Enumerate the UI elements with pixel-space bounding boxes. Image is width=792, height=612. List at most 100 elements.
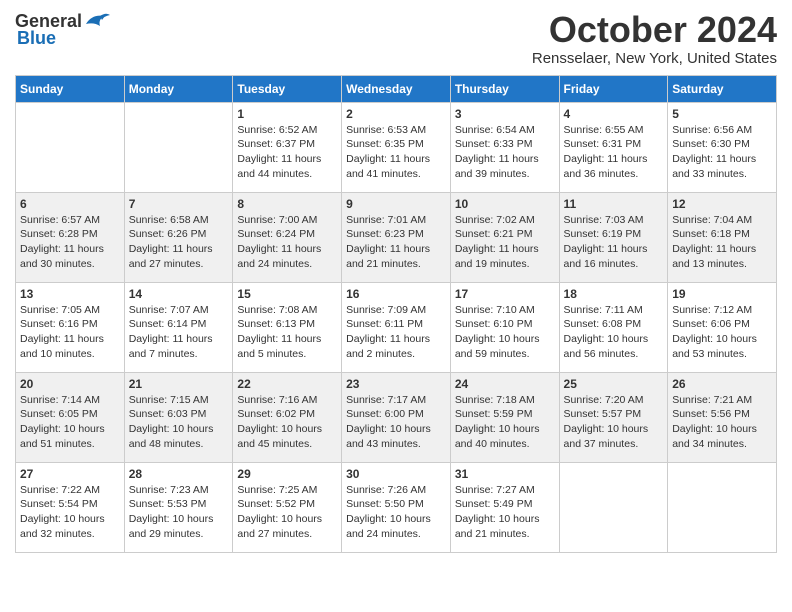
calendar-cell: 24 Sunrise: 7:18 AMSunset: 5:59 PMDayligh… [450,372,559,462]
day-number: 2 [346,107,446,121]
day-number: 13 [20,287,120,301]
column-header-sunday: Sunday [16,75,125,102]
day-info: Sunrise: 7:16 AMSunset: 6:02 PMDaylight:… [237,393,337,452]
day-number: 6 [20,197,120,211]
day-info: Sunrise: 7:12 AMSunset: 6:06 PMDaylight:… [672,303,772,362]
calendar-cell: 5 Sunrise: 6:56 AMSunset: 6:30 PMDaylight… [668,102,777,192]
calendar-cell [16,102,125,192]
calendar-week-3: 13 Sunrise: 7:05 AMSunset: 6:16 PMDayligh… [16,282,777,372]
page-header: General Blue October 2024 Rensselaer, Ne… [15,10,777,67]
day-number: 17 [455,287,555,301]
calendar-cell: 3 Sunrise: 6:54 AMSunset: 6:33 PMDaylight… [450,102,559,192]
calendar-cell: 4 Sunrise: 6:55 AMSunset: 6:31 PMDaylight… [559,102,668,192]
day-number: 30 [346,467,446,481]
day-number: 20 [20,377,120,391]
day-info: Sunrise: 6:56 AMSunset: 6:30 PMDaylight:… [672,123,772,182]
day-info: Sunrise: 7:20 AMSunset: 5:57 PMDaylight:… [564,393,664,452]
day-info: Sunrise: 7:22 AMSunset: 5:54 PMDaylight:… [20,483,120,542]
calendar-week-4: 20Sunrise: 7:14 AMSunset: 6:05 PMDayligh… [16,372,777,462]
calendar-cell: 26Sunrise: 7:21 AMSunset: 5:56 PMDayligh… [668,372,777,462]
day-number: 19 [672,287,772,301]
calendar-cell: 28Sunrise: 7:23 AMSunset: 5:53 PMDayligh… [124,462,233,552]
day-info: Sunrise: 7:01 AMSunset: 6:23 PMDaylight:… [346,213,446,272]
logo-bird-icon [82,10,110,32]
day-info: Sunrise: 6:54 AMSunset: 6:33 PMDaylight:… [455,123,555,182]
day-number: 8 [237,197,337,211]
calendar-cell: 10 Sunrise: 7:02 AMSunset: 6:21 PMDayligh… [450,192,559,282]
day-number: 24 [455,377,555,391]
day-info: Sunrise: 6:57 AMSunset: 6:28 PMDaylight:… [20,213,120,272]
calendar-cell: 25 Sunrise: 7:20 AMSunset: 5:57 PMDayligh… [559,372,668,462]
day-info: Sunrise: 6:53 AMSunset: 6:35 PMDaylight:… [346,123,446,182]
day-info: Sunrise: 7:07 AMSunset: 6:14 PMDaylight:… [129,303,229,362]
calendar-cell: 30 Sunrise: 7:26 AMSunset: 5:50 PMDayligh… [342,462,451,552]
day-number: 22 [237,377,337,391]
calendar-cell: 18 Sunrise: 7:11 AMSunset: 6:08 PMDayligh… [559,282,668,372]
day-info: Sunrise: 7:25 AMSunset: 5:52 PMDaylight:… [237,483,337,542]
day-number: 21 [129,377,229,391]
calendar-cell: 1 Sunrise: 6:52 AMSunset: 6:37 PMDaylight… [233,102,342,192]
day-number: 3 [455,107,555,121]
calendar-cell: 20Sunrise: 7:14 AMSunset: 6:05 PMDayligh… [16,372,125,462]
day-number: 11 [564,197,664,211]
calendar-table: SundayMondayTuesdayWednesdayThursdayFrid… [15,75,777,553]
calendar-cell: 16Sunrise: 7:09 AMSunset: 6:11 PMDayligh… [342,282,451,372]
title-block: October 2024 Rensselaer, New York, Unite… [532,10,777,67]
day-number: 4 [564,107,664,121]
day-info: Sunrise: 7:09 AMSunset: 6:11 PMDaylight:… [346,303,446,362]
day-info: Sunrise: 7:27 AMSunset: 5:49 PMDaylight:… [455,483,555,542]
day-number: 23 [346,377,446,391]
calendar-cell: 23 Sunrise: 7:17 AMSunset: 6:00 PMDayligh… [342,372,451,462]
calendar-cell: 15 Sunrise: 7:08 AMSunset: 6:13 PMDayligh… [233,282,342,372]
calendar-cell: 13 Sunrise: 7:05 AMSunset: 6:16 PMDayligh… [16,282,125,372]
day-info: Sunrise: 6:52 AMSunset: 6:37 PMDaylight:… [237,123,337,182]
column-header-saturday: Saturday [668,75,777,102]
day-number: 5 [672,107,772,121]
calendar-header-row: SundayMondayTuesdayWednesdayThursdayFrid… [16,75,777,102]
calendar-cell: 21 Sunrise: 7:15 AMSunset: 6:03 PMDayligh… [124,372,233,462]
column-header-friday: Friday [559,75,668,102]
day-info: Sunrise: 7:02 AMSunset: 6:21 PMDaylight:… [455,213,555,272]
column-header-tuesday: Tuesday [233,75,342,102]
day-info: Sunrise: 7:03 AMSunset: 6:19 PMDaylight:… [564,213,664,272]
day-number: 10 [455,197,555,211]
day-info: Sunrise: 7:10 AMSunset: 6:10 PMDaylight:… [455,303,555,362]
day-number: 9 [346,197,446,211]
calendar-cell [559,462,668,552]
day-info: Sunrise: 7:26 AMSunset: 5:50 PMDaylight:… [346,483,446,542]
day-info: Sunrise: 7:23 AMSunset: 5:53 PMDaylight:… [129,483,229,542]
day-number: 18 [564,287,664,301]
day-info: Sunrise: 7:15 AMSunset: 6:03 PMDaylight:… [129,393,229,452]
calendar-cell [124,102,233,192]
logo-text-blue: Blue [17,28,56,49]
calendar-week-2: 6 Sunrise: 6:57 AMSunset: 6:28 PMDaylight… [16,192,777,282]
day-info: Sunrise: 7:17 AMSunset: 6:00 PMDaylight:… [346,393,446,452]
month-title: October 2024 [532,10,777,50]
day-info: Sunrise: 7:11 AMSunset: 6:08 PMDaylight:… [564,303,664,362]
calendar-cell: 27Sunrise: 7:22 AMSunset: 5:54 PMDayligh… [16,462,125,552]
day-number: 25 [564,377,664,391]
day-number: 1 [237,107,337,121]
day-info: Sunrise: 7:21 AMSunset: 5:56 PMDaylight:… [672,393,772,452]
day-info: Sunrise: 7:05 AMSunset: 6:16 PMDaylight:… [20,303,120,362]
calendar-cell: 31Sunrise: 7:27 AMSunset: 5:49 PMDayligh… [450,462,559,552]
day-info: Sunrise: 7:08 AMSunset: 6:13 PMDaylight:… [237,303,337,362]
calendar-cell: 17 Sunrise: 7:10 AMSunset: 6:10 PMDayligh… [450,282,559,372]
day-info: Sunrise: 6:58 AMSunset: 6:26 PMDaylight:… [129,213,229,272]
calendar-cell: 14 Sunrise: 7:07 AMSunset: 6:14 PMDayligh… [124,282,233,372]
calendar-week-1: 1 Sunrise: 6:52 AMSunset: 6:37 PMDaylight… [16,102,777,192]
calendar-cell: 29 Sunrise: 7:25 AMSunset: 5:52 PMDayligh… [233,462,342,552]
calendar-cell [668,462,777,552]
calendar-cell: 22 Sunrise: 7:16 AMSunset: 6:02 PMDayligh… [233,372,342,462]
day-info: Sunrise: 7:00 AMSunset: 6:24 PMDaylight:… [237,213,337,272]
day-number: 29 [237,467,337,481]
calendar-cell: 19 Sunrise: 7:12 AMSunset: 6:06 PMDayligh… [668,282,777,372]
day-info: Sunrise: 7:04 AMSunset: 6:18 PMDaylight:… [672,213,772,272]
column-header-monday: Monday [124,75,233,102]
day-number: 14 [129,287,229,301]
day-info: Sunrise: 6:55 AMSunset: 6:31 PMDaylight:… [564,123,664,182]
day-number: 15 [237,287,337,301]
calendar-cell: 11 Sunrise: 7:03 AMSunset: 6:19 PMDayligh… [559,192,668,282]
day-info: Sunrise: 7:18 AMSunset: 5:59 PMDaylight:… [455,393,555,452]
calendar-cell: 12Sunrise: 7:04 AMSunset: 6:18 PMDayligh… [668,192,777,282]
